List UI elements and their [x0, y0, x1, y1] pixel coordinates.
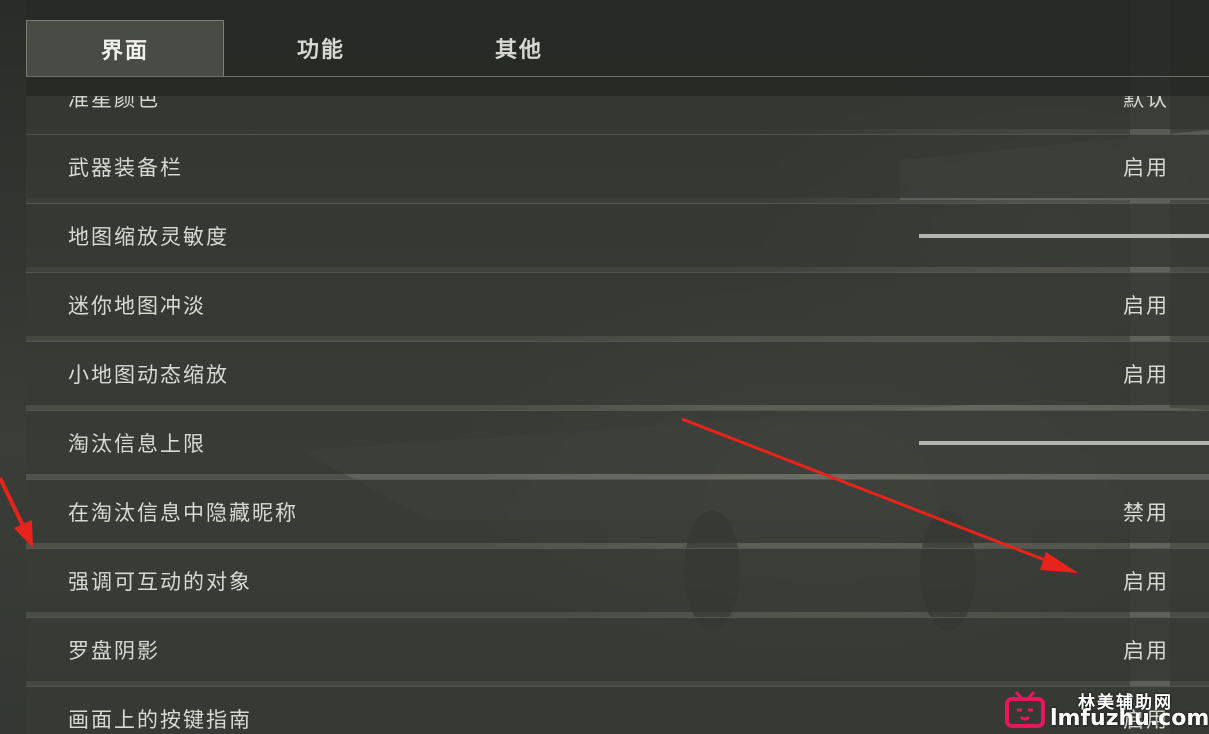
- setting-row-minimap-fade[interactable]: 迷你地图冲淡 启用: [26, 272, 1209, 336]
- setting-row-compass-shadow[interactable]: 罗盘阴影 启用: [26, 617, 1209, 681]
- watermark-domain: lmfuzhu.com: [1050, 706, 1209, 731]
- tv-icon: [1005, 691, 1045, 728]
- setting-row-weapon-bar[interactable]: 武器装备栏 启用: [26, 134, 1209, 198]
- setting-label: 罗盘阴影: [68, 638, 160, 663]
- tab-function[interactable]: 功能: [226, 20, 416, 76]
- slider-fill: [919, 440, 1209, 445]
- setting-row-hide-nickname[interactable]: 在淘汰信息中隐藏昵称 禁用: [26, 479, 1209, 543]
- watermark: 林美辅助网 lmfuzhu.com: [1004, 686, 1209, 734]
- setting-row-crosshair-color[interactable]: 准星颜色 默认: [26, 96, 1209, 129]
- map-zoom-slider[interactable]: [919, 233, 1209, 238]
- setting-value[interactable]: 启用: [1123, 359, 1169, 389]
- setting-label: 画面上的按键指南: [68, 707, 252, 732]
- tab-other[interactable]: 其他: [424, 20, 614, 76]
- setting-label: 迷你地图冲淡: [68, 293, 206, 318]
- setting-value[interactable]: 启用: [1123, 566, 1169, 596]
- setting-label: 强调可互动的对象: [68, 569, 252, 594]
- slider-fill: [919, 233, 1209, 238]
- settings-tab-bar: 界面 功能 其他: [26, 0, 1209, 96]
- setting-row-kill-feed-limit[interactable]: 淘汰信息上限: [26, 410, 1209, 474]
- left-edge-panel: [0, 0, 26, 734]
- setting-label: 地图缩放灵敏度: [68, 224, 229, 249]
- setting-label: 武器装备栏: [68, 155, 183, 180]
- kill-feed-slider[interactable]: [919, 440, 1209, 445]
- tab-divider: [26, 76, 1209, 77]
- setting-value[interactable]: 禁用: [1123, 497, 1169, 527]
- setting-value[interactable]: 默认: [1123, 96, 1169, 113]
- tab-interface[interactable]: 界面: [26, 20, 224, 77]
- setting-value[interactable]: 启用: [1123, 635, 1169, 665]
- setting-value[interactable]: 启用: [1123, 290, 1169, 320]
- setting-label: 在淘汰信息中隐藏昵称: [68, 500, 298, 525]
- setting-label: 小地图动态缩放: [68, 362, 229, 387]
- setting-row-minimap-dynamic-zoom[interactable]: 小地图动态缩放 启用: [26, 341, 1209, 405]
- setting-label: 淘汰信息上限: [68, 431, 206, 456]
- setting-row-map-zoom-sensitivity[interactable]: 地图缩放灵敏度: [26, 203, 1209, 267]
- setting-value[interactable]: 启用: [1123, 152, 1169, 182]
- setting-label: 准星颜色: [68, 96, 160, 111]
- setting-row-highlight-interactables[interactable]: 强调可互动的对象 启用: [26, 548, 1209, 612]
- settings-list[interactable]: 准星颜色 默认 武器装备栏 启用 地图缩放灵敏度 迷你地图冲淡 启用 小地图动态…: [26, 96, 1209, 734]
